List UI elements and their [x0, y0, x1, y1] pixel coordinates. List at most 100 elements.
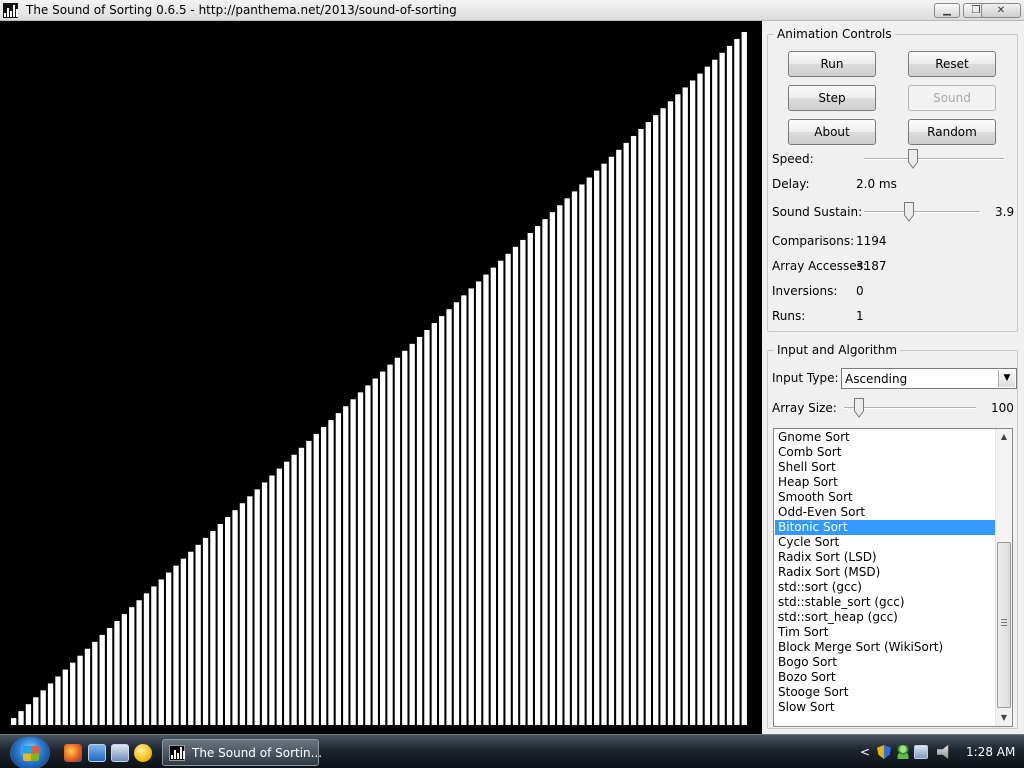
window-title: The Sound of Sorting 0.6.5 - http://pant… [26, 3, 457, 17]
sound-of-sorting-icon [169, 745, 185, 761]
icon-bar [177, 753, 179, 759]
input-algorithm-legend: Input and Algorithm [774, 343, 901, 357]
array-bar [106, 627, 113, 725]
array-bar [188, 551, 194, 725]
algorithm-list[interactable]: Gnome Sort Comb Sort Shell Sort Heap Sort Sm… [773, 428, 1013, 727]
algorithm-list-item[interactable]: Block Merge Sort (WikiSort) [775, 640, 996, 655]
array-bar [365, 385, 371, 725]
show-desktop-icon[interactable] [88, 744, 106, 762]
tray-expand-icon[interactable]: < [860, 745, 874, 759]
input-type-select[interactable]: Ascending ▼ [841, 368, 1017, 389]
switch-windows-icon[interactable] [111, 744, 129, 762]
firefox-icon[interactable] [64, 744, 82, 762]
inversions-value: 0 [856, 284, 864, 298]
runs-label: Runs: [772, 309, 806, 323]
algorithm-list-item[interactable]: Bitonic Sort [775, 520, 996, 535]
array-bar [350, 399, 356, 725]
taskbar-item-sound-of-sorting[interactable]: The Sound of Sortin... [162, 739, 323, 766]
array-size-slider[interactable] [844, 398, 976, 418]
algorithm-list-item[interactable]: Radix Sort (MSD) [775, 565, 996, 580]
scroll-down-arrow-icon[interactable]: ▼ [996, 710, 1012, 726]
algorithm-list-item[interactable]: Smooth Sort [775, 490, 996, 505]
array-bar [726, 45, 733, 726]
sustain-label: Sound Sustain: [772, 205, 863, 219]
bar-chart [11, 32, 747, 726]
array-bar [409, 343, 415, 725]
array-bar [660, 108, 666, 726]
scrollbar-thumb[interactable] [997, 542, 1011, 708]
network-icon[interactable] [914, 745, 928, 759]
sort-visualization [0, 21, 762, 734]
array-bar [70, 662, 76, 725]
chevron-down-icon[interactable]: ▼ [998, 370, 1015, 387]
array-bar [11, 718, 17, 725]
array-bar [586, 177, 592, 725]
algorithm-list-item[interactable]: Bozo Sort [775, 670, 996, 685]
array-bar [380, 371, 386, 725]
array-bar [719, 52, 725, 726]
speed-slider-thumb[interactable] [908, 149, 918, 169]
taskbar-item-label: The Sound of Sortin... [192, 746, 323, 760]
algorithm-list-item[interactable]: Tim Sort [775, 625, 996, 640]
algorithm-list-item[interactable]: Gnome Sort [775, 430, 996, 445]
array-bar [143, 593, 150, 725]
algorithm-list-item[interactable]: Odd-Even Sort [775, 505, 996, 520]
app-icon[interactable] [3, 3, 18, 18]
icon-bar [4, 13, 6, 17]
icon-bar [10, 11, 12, 17]
algorithm-list-item[interactable]: Cycle Sort [775, 535, 996, 550]
algorithm-list-item[interactable]: Slow Sort [775, 700, 996, 715]
run-button[interactable]: Run [788, 51, 876, 77]
array-bar [357, 392, 364, 725]
security-shield-icon[interactable] [877, 745, 891, 759]
algorithm-list-item[interactable]: Radix Sort (LSD) [775, 550, 996, 565]
array-size-slider-thumb[interactable] [854, 398, 864, 418]
array-bar [645, 122, 651, 726]
array-bar [394, 357, 401, 725]
algorithm-list-item[interactable]: Stooge Sort [775, 685, 996, 700]
algorithm-list-item[interactable]: std::stable_sort (gcc) [775, 595, 996, 610]
array-bar [512, 246, 519, 725]
array-bar [202, 537, 209, 725]
icon-bar [180, 747, 182, 759]
sound-button[interactable]: Sound [908, 85, 996, 111]
step-button[interactable]: Step [788, 85, 876, 111]
array-accesses-label: Array Accesses: [772, 259, 867, 273]
algorithm-list-item[interactable]: Heap Sort [775, 475, 996, 490]
array-bar [18, 711, 24, 725]
array-bar [84, 648, 91, 725]
start-button[interactable] [10, 736, 50, 768]
algorithm-list-item[interactable]: Comb Sort [775, 445, 996, 460]
algorithm-list-item[interactable]: Shell Sort [775, 460, 996, 475]
array-bar [594, 170, 600, 726]
delay-value: 2.0 ms [856, 177, 897, 191]
sustain-slider-thumb[interactable] [904, 202, 914, 222]
algorithm-list-item[interactable]: std::sort (gcc) [775, 580, 996, 595]
close-button[interactable]: ✕ [981, 3, 1021, 18]
algorithm-list-item[interactable]: Bogo Sort [775, 655, 996, 670]
algorithm-list-item[interactable]: std::sort_heap (gcc) [775, 610, 996, 625]
array-bar [402, 350, 408, 725]
random-button[interactable]: Random [908, 119, 996, 145]
minimize-button[interactable]: ▁ [934, 3, 960, 18]
about-button[interactable]: About [788, 119, 876, 145]
reset-button[interactable]: Reset [908, 51, 996, 77]
array-bar [284, 461, 290, 725]
clock[interactable]: 1:28 AM [966, 745, 1015, 759]
array-bar [601, 163, 607, 726]
speed-slider[interactable] [864, 149, 1004, 169]
array-bar [439, 316, 445, 725]
messenger-smiley-icon[interactable] [134, 744, 152, 762]
volume-icon[interactable] [937, 745, 949, 759]
list-scrollbar[interactable]: ▲ ▼ [995, 429, 1012, 726]
array-bar [630, 135, 637, 725]
delay-label: Delay: [772, 177, 810, 191]
speed-slider-track [864, 158, 1004, 160]
array-bar [387, 364, 393, 725]
scroll-up-arrow-icon[interactable]: ▲ [996, 429, 1012, 445]
array-bar [475, 281, 482, 725]
array-bar [99, 634, 105, 725]
animation-controls-group: Animation Controls Run Reset Step Sound … [767, 27, 1018, 332]
users-icon[interactable] [896, 745, 910, 759]
sustain-slider[interactable] [864, 202, 980, 222]
